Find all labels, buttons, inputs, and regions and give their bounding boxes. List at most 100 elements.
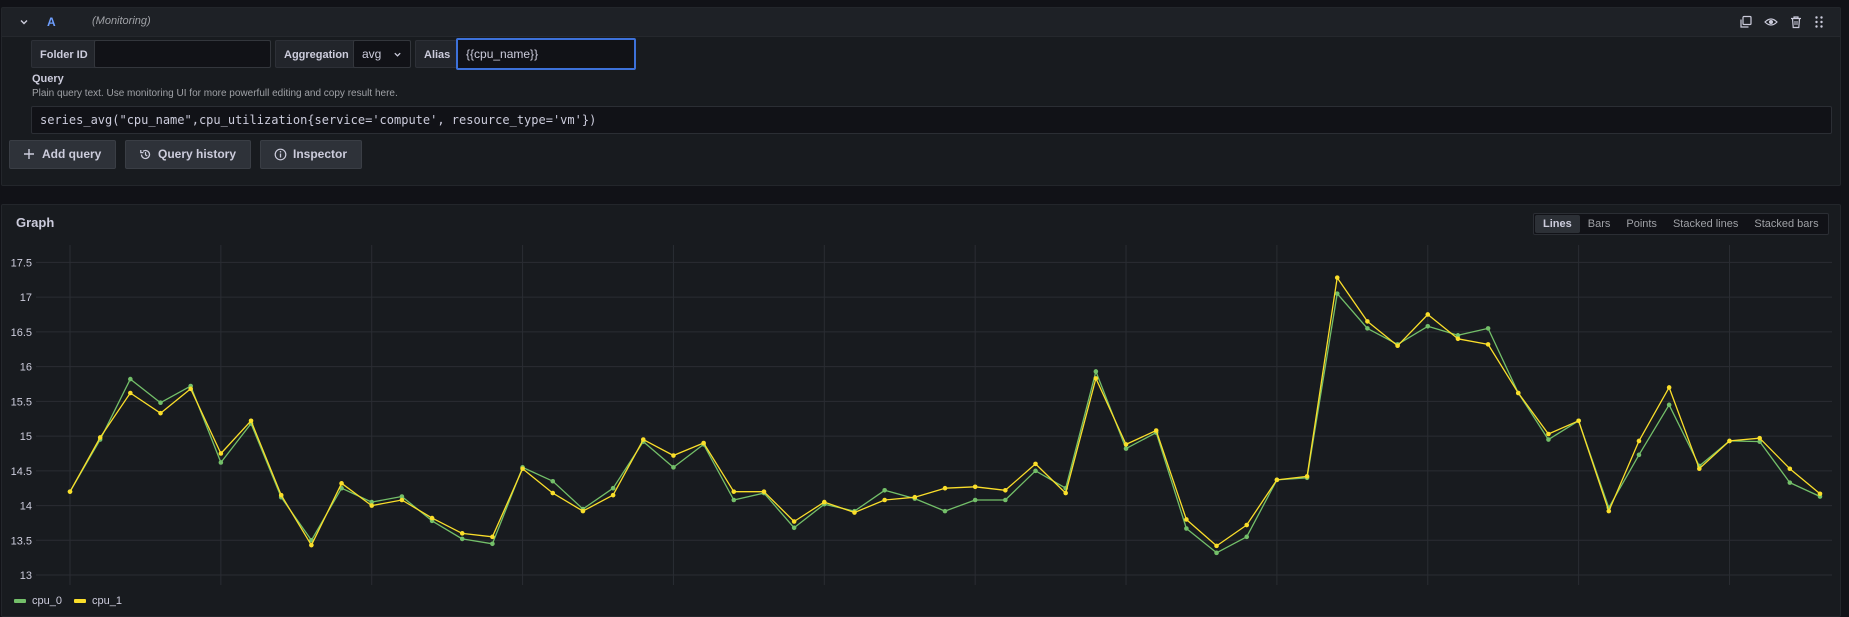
eye-icon[interactable] [1764, 15, 1778, 29]
alias-input[interactable]: {{cpu_name}} [456, 38, 636, 70]
data-point-cpu_0 [671, 465, 676, 470]
data-point-cpu_0 [610, 485, 616, 491]
y-tick-label: 17.5 [11, 257, 32, 269]
x-tick-label: 15:10 [1565, 594, 1593, 595]
duplicate-icon[interactable] [1739, 15, 1753, 29]
query-history-button[interactable]: Query history [125, 140, 252, 169]
graph-mode-selector: Lines Bars Points Stacked lines Stacked … [1533, 213, 1829, 235]
trash-icon[interactable] [1789, 15, 1803, 29]
mode-points[interactable]: Points [1618, 215, 1665, 233]
data-point-cpu_0 [1425, 323, 1431, 329]
data-point-cpu_1 [1546, 431, 1551, 437]
y-tick-label: 15.5 [11, 396, 32, 408]
mode-lines[interactable]: Lines [1535, 215, 1580, 233]
plus-icon [24, 149, 34, 159]
query-row-header: A (Monitoring) [2, 8, 1840, 37]
x-tick-label: 14:25 [207, 594, 235, 595]
history-icon [140, 149, 151, 160]
data-point-cpu_1 [97, 435, 103, 440]
data-point-cpu_1 [369, 503, 375, 508]
graph-panel: Graph Lines Bars Points Stacked lines St… [1, 204, 1841, 617]
data-point-cpu_1 [309, 542, 314, 548]
data-point-cpu_1 [1727, 438, 1732, 444]
x-tick-label: 14:35 [509, 594, 537, 595]
legend-label-cpu-0: cpu_0 [32, 595, 62, 607]
data-point-cpu_1 [1636, 438, 1642, 444]
inspector-button[interactable]: Inspector [260, 140, 363, 169]
data-point-cpu_0 [972, 497, 978, 503]
query-history-label: Query history [158, 147, 237, 161]
query-ref-id[interactable]: A [47, 15, 56, 29]
legend-item-cpu-0[interactable]: cpu_0 [14, 595, 62, 607]
data-point-cpu_1 [1274, 477, 1280, 483]
data-point-cpu_1 [1606, 508, 1612, 514]
data-point-cpu_1 [459, 531, 465, 536]
data-point-cpu_1 [158, 410, 163, 416]
aggregation-label: Aggregation [275, 40, 358, 68]
alias-label: Alias [415, 40, 460, 68]
legend-label-cpu-1: cpu_1 [91, 595, 122, 607]
chevron-down-icon[interactable] [19, 17, 29, 27]
x-tick-label: 14:30 [358, 594, 386, 595]
data-point-cpu_0 [218, 460, 224, 465]
legend-item-cpu-1[interactable]: cpu_1 [73, 595, 122, 607]
x-tick-label: 14:50 [961, 594, 989, 595]
y-tick-label: 17 [20, 292, 32, 304]
graph-title: Graph [16, 215, 55, 230]
data-point-cpu_0 [791, 525, 797, 531]
data-point-cpu_1 [1697, 466, 1702, 472]
chart-legend: cpu_0 cpu_1 [14, 595, 122, 607]
mode-stacked-lines[interactable]: Stacked lines [1665, 215, 1746, 233]
data-point-cpu_0 [1666, 402, 1672, 408]
legend-swatch-cpu-1 [73, 599, 86, 603]
mode-stacked-bars[interactable]: Stacked bars [1746, 215, 1826, 233]
data-point-cpu_1 [942, 485, 948, 491]
y-tick-label: 15 [20, 431, 32, 443]
data-point-cpu_1 [1063, 490, 1068, 496]
data-point-cpu_1 [1395, 343, 1400, 349]
data-point-cpu_1 [1515, 390, 1521, 396]
aggregation-select[interactable]: avg [353, 40, 411, 68]
data-point-cpu_0 [550, 478, 556, 484]
data-point-cpu_1 [1365, 319, 1370, 324]
data-point-cpu_0 [1123, 446, 1129, 451]
data-point-cpu_1 [1666, 385, 1672, 390]
data-point-cpu_1 [791, 519, 797, 524]
data-point-cpu_1 [128, 390, 133, 396]
folder-id-input[interactable] [94, 40, 271, 68]
data-point-cpu_0 [1546, 437, 1551, 442]
mode-bars[interactable]: Bars [1580, 215, 1619, 233]
y-tick-label: 16 [20, 362, 32, 374]
data-point-cpu_1 [550, 490, 556, 496]
data-point-cpu_1 [912, 494, 918, 500]
data-point-cpu_1 [852, 510, 857, 515]
data-point-cpu_1 [822, 499, 827, 505]
data-point-cpu_0 [942, 508, 948, 514]
x-tick-label: 14:40 [660, 594, 688, 595]
data-point-cpu_0 [1003, 497, 1008, 503]
data-point-cpu_0 [459, 536, 465, 542]
data-point-cpu_1 [1003, 487, 1008, 493]
data-point-cpu_1 [1244, 522, 1250, 528]
datasource-name: (Monitoring) [92, 15, 151, 27]
data-point-cpu_1 [520, 466, 525, 472]
timeseries-chart[interactable]: 1313.51414.51515.51616.51717.514:2014:25… [2, 245, 1840, 595]
data-point-cpu_1 [1033, 461, 1038, 467]
data-point-cpu_0 [1093, 369, 1099, 374]
data-point-cpu_1 [218, 451, 224, 456]
query-text-editor[interactable]: series_avg("cpu_name",cpu_utilization{se… [31, 106, 1832, 134]
data-point-cpu_1 [339, 481, 344, 486]
data-point-cpu_1 [580, 508, 586, 514]
add-query-button[interactable]: Add query [9, 140, 117, 169]
data-point-cpu_0 [1214, 550, 1219, 556]
x-tick-label: 14:55 [1112, 594, 1140, 595]
drag-icon[interactable] [1812, 15, 1826, 29]
y-tick-label: 14.5 [11, 466, 32, 478]
data-point-cpu_0 [1244, 534, 1250, 540]
y-tick-label: 14 [20, 501, 32, 513]
data-point-cpu_1 [1576, 418, 1581, 424]
aggregation-value: avg [362, 47, 382, 61]
x-tick-label: 15:00 [1263, 594, 1291, 595]
add-query-label: Add query [42, 147, 102, 161]
data-point-cpu_1 [1425, 312, 1431, 317]
